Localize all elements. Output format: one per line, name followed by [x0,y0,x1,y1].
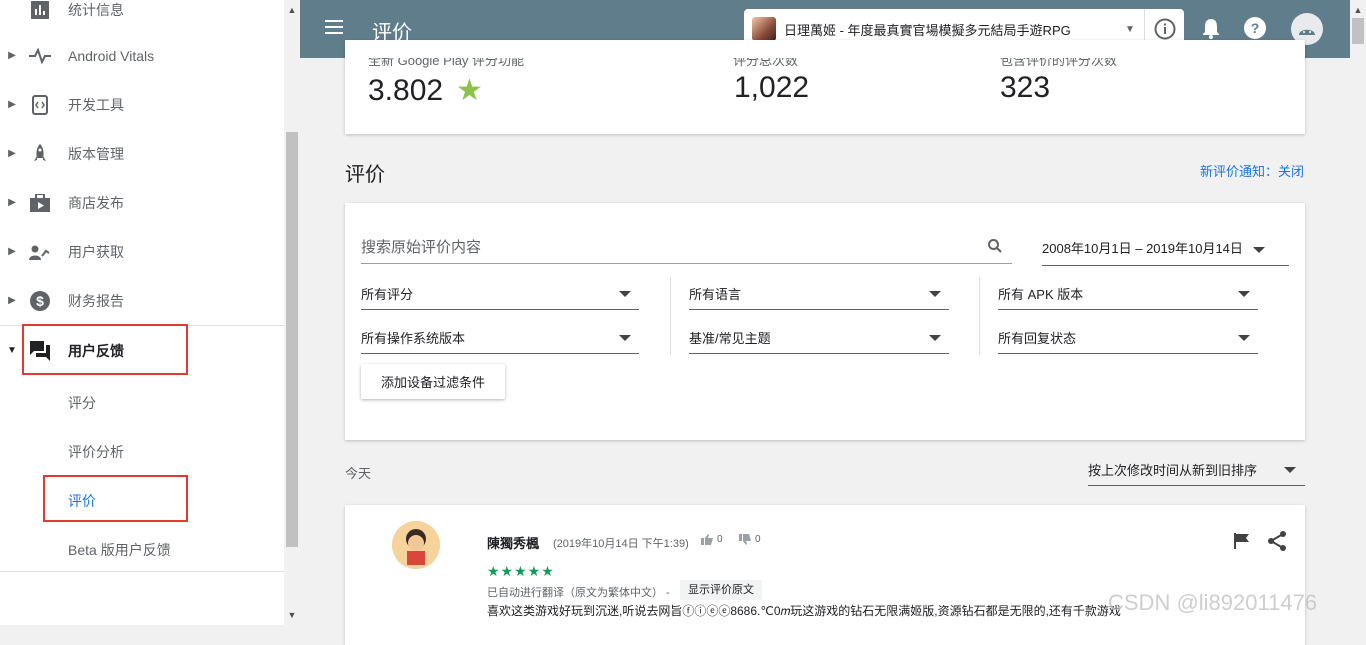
sidebar-item-label: 财务报告 [68,292,124,309]
reply-filter-select[interactable]: 所有回复状态 [998,328,1258,354]
sidebar-item-label: 商店发布 [68,194,124,211]
chevron-right-icon: ▶ [8,246,16,257]
dropdown-arrow-icon [619,291,631,297]
review-star-rating: ★★★★★ [487,563,555,579]
dropdown-arrow-icon [1252,246,1265,253]
thumbs-up-count: 0 [701,534,723,545]
shopping-bag-icon [24,193,56,212]
sidebar-item-label: 开发工具 [68,96,124,113]
date-range-underline [1042,265,1289,266]
sidebar-item-label: 版本管理 [68,145,124,162]
sidebar-item-financial-reports[interactable]: ▶ $ 财务报告 [0,276,284,325]
sidebar-item-android-vitals[interactable]: ▶ Android Vitals [0,31,284,80]
scroll-up-icon[interactable]: ▲ [1350,2,1366,18]
stat-label: 评分总次数 [733,58,799,68]
reviewer-name: 陳獨秀楓 [487,536,540,551]
sidebar-item-dev-tools[interactable]: ▶ 开发工具 [0,80,284,129]
apk-filter-select[interactable]: 所有 APK 版本 [998,284,1258,310]
chevron-right-icon: ▶ [8,50,16,61]
stats-card [345,40,1305,134]
sidebar-scrollbar-thumb[interactable] [286,132,298,547]
main-scrollbar[interactable] [1350,0,1366,625]
dropdown-arrow-icon[interactable]: ▼ [1116,24,1144,35]
ratings-with-review-value: 323 [1000,71,1051,104]
review-timestamp: (2019年10月14日 下午1:39) [553,538,689,550]
sidebar-subitem-ratings[interactable]: 评分 [68,393,96,413]
reviewer-avatar [392,521,440,569]
stat-label: 包含评价的评分次数 [1000,58,1118,68]
chevron-right-icon: ▶ [8,99,16,110]
dollar-icon: $ [24,290,56,311]
sidebar-item-label: 用户获取 [68,243,124,260]
scroll-up-icon[interactable]: ▲ [284,2,300,18]
rocket-icon [24,143,56,164]
thumbs-up-icon [701,534,713,545]
user-growth-icon [24,244,56,260]
dropdown-arrow-icon [1238,291,1250,297]
app-thumbnail [752,17,776,41]
dropdown-arrow-icon [929,335,941,341]
divider [0,571,284,572]
filter-divider [979,277,980,355]
sidebar: 统计信息 ▶ Android Vitals ▶ 开发工具 ▶ 版本管理 ▶ 商店… [0,0,300,625]
sidebar-item-release-management[interactable]: ▶ 版本管理 [0,129,284,178]
sidebar-item-statistics[interactable]: 统计信息 [0,0,284,34]
dropdown-arrow-icon [1284,467,1296,473]
scroll-down-icon[interactable]: ▼ [284,607,300,623]
svg-text:?: ? [1251,20,1260,36]
svg-text:$: $ [36,293,44,309]
pulse-icon [24,47,56,64]
search-underline [361,263,1012,264]
sidebar-item-label: Android Vitals [68,47,155,64]
flag-icon[interactable] [1234,533,1250,554]
sort-select[interactable]: 按上次修改时间从新到旧排序 [1088,460,1305,486]
highlight-box [22,324,188,375]
sidebar-item-store-presence[interactable]: ▶ 商店发布 [0,178,284,227]
chevron-right-icon: ▶ [8,295,16,306]
rating-filter-select[interactable]: 所有评分 [361,284,639,310]
review-notification-link[interactable]: 新评价通知：关闭 [1200,161,1304,180]
group-label: 今天 [345,466,372,481]
watermark: CSDN @li892011476 [1108,590,1318,615]
sidebar-subitem-review-analysis[interactable]: 评价分析 [68,442,124,462]
menu-icon[interactable] [325,20,343,39]
thumbs-down-icon [739,534,751,545]
main-scrollbar-thumb[interactable] [1352,18,1364,44]
topic-filter-select[interactable]: 基准/常见主题 [689,328,949,354]
thumbs-down-count: 0 [739,534,761,545]
search-icon[interactable] [988,239,1002,258]
code-icon [24,94,56,115]
android-icon [1299,29,1315,35]
chevron-right-icon: ▶ [8,148,16,159]
bar-chart-icon [24,0,56,19]
section-title: 评价 [345,164,385,186]
review-text: 喜欢这类游戏好玩到沉迷,听说去网旨ⓕⓘⓔⓔ8686.℃0𝑚玩这游戏的钻石无限满姬… [487,604,1121,618]
star-icon: ★ [456,74,483,107]
sidebar-item-label: 统计信息 [68,1,124,18]
dropdown-arrow-icon [1238,335,1250,341]
app-name: 日理萬姬 - 年度最真實官場模擬多元結局手遊RPG [784,22,1071,38]
show-original-button[interactable]: 显示评价原文 [680,580,762,600]
total-ratings-value: 1,022 [734,71,810,104]
translation-note: 已自动进行翻译（原文为繁体中文） - [487,587,670,599]
average-rating-value: 3.802 [368,74,444,107]
filter-divider [670,277,671,355]
add-device-filter-button[interactable]: 添加设备过滤条件 [361,364,505,399]
search-input[interactable]: 搜索原始评价内容 [361,236,481,257]
dropdown-arrow-icon [619,335,631,341]
chevron-right-icon: ▶ [8,197,16,208]
date-range-select[interactable]: 2008年10月1日 – 2019年10月14日 [1042,238,1265,257]
stat-label: 全新 Google Play 评分功能 [368,58,525,68]
sidebar-item-user-acquisition[interactable]: ▶ 用户获取 [0,227,284,276]
language-filter-select[interactable]: 所有语言 [689,284,949,310]
dropdown-arrow-icon [929,291,941,297]
share-icon[interactable] [1267,531,1287,556]
highlight-box [43,475,188,522]
chevron-down-icon: ▼ [7,345,17,356]
sidebar-subitem-beta-feedback[interactable]: Beta 版用户反馈 [68,540,171,560]
os-filter-select[interactable]: 所有操作系统版本 [361,328,639,354]
